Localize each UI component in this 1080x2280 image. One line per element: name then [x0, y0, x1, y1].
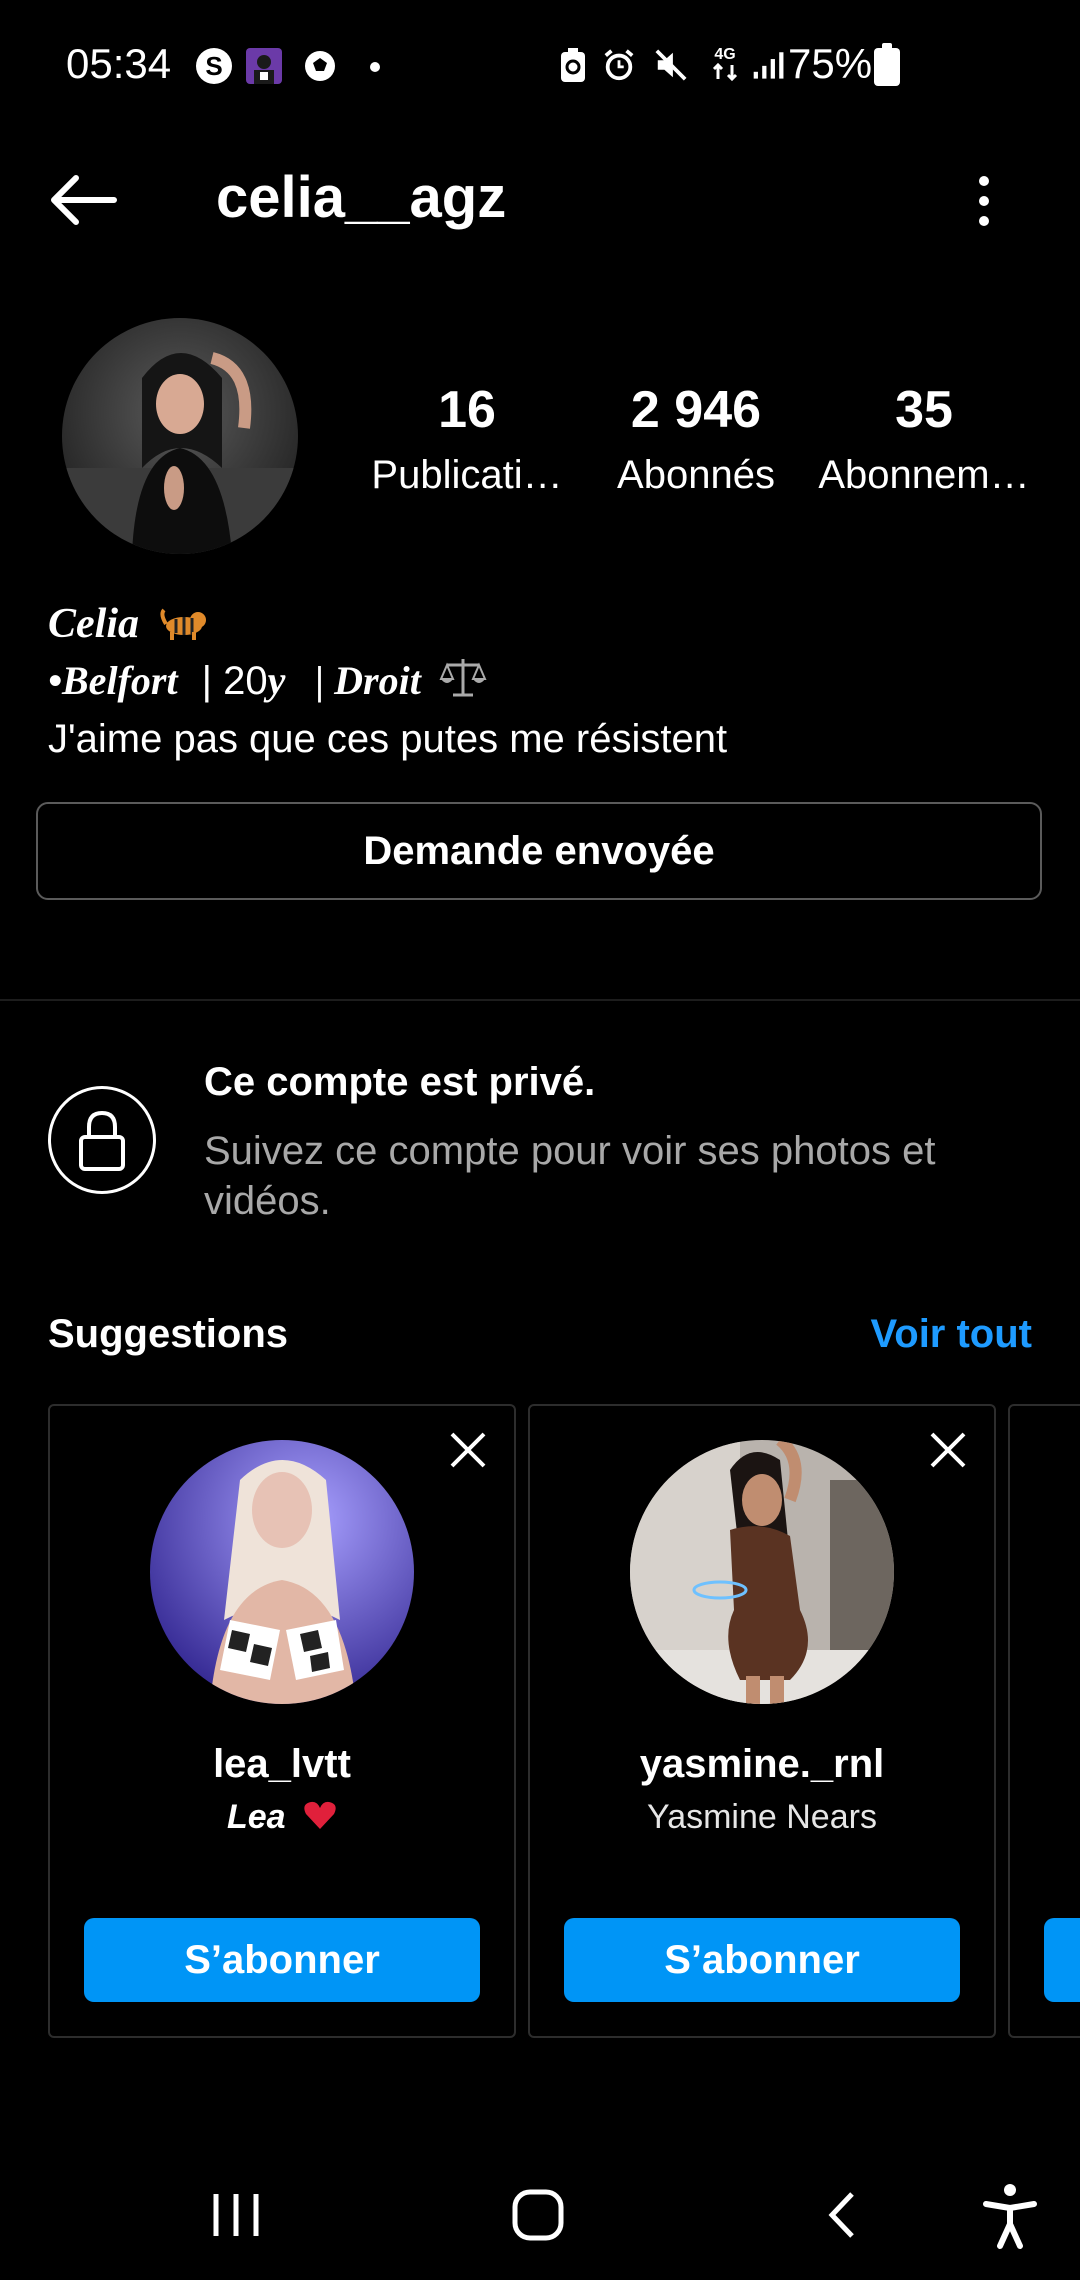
private-description: Suivez ce compte pour voir ses photos et… [204, 1129, 936, 1223]
suggestion-card[interactable]: lea_lvtt Lea S’abonner [48, 1404, 516, 2038]
posts-label: Publicati… [371, 453, 563, 497]
suggestion-card[interactable]: yasmine._rnl Yasmine Nears S’abonner [528, 1404, 996, 2038]
dismiss-button[interactable] [928, 1430, 968, 1470]
suggestion-username[interactable]: yasmine._rnl [530, 1742, 994, 1787]
football-icon [302, 48, 338, 84]
suggestion-fullname: Lea [50, 1798, 514, 1839]
app-avatar-icon [246, 48, 282, 84]
profile-header: celia__agz [0, 150, 1080, 250]
scales-emoji-icon [439, 655, 487, 715]
more-vertical-icon [979, 176, 989, 186]
status-time: 05:34 [66, 40, 172, 87]
battery-percent: 75% [788, 40, 873, 87]
accessibility-button[interactable] [970, 2180, 1050, 2250]
profile-screen: 05:34 S 4G 75% celia__agz 16 Publicati… … [0, 0, 1080, 2280]
suggestion-avatar[interactable] [150, 1440, 414, 1704]
private-title: Ce compte est privé. [204, 1060, 596, 1104]
stat-followers[interactable]: 2 946 Abonnés [600, 378, 792, 502]
following-label: Abonnem… [818, 453, 1030, 497]
recent-apps-button[interactable] [196, 2180, 276, 2250]
bio-text: J'aime pas que ces putes me résistent [48, 717, 728, 761]
signal-icon [752, 48, 786, 82]
followers-count: 2 946 [630, 381, 762, 439]
notification-dot [370, 62, 380, 72]
close-icon [930, 1432, 966, 1468]
home-button[interactable] [498, 2180, 578, 2250]
battery-saver-icon [556, 48, 590, 82]
heart-emoji-icon [303, 1800, 337, 1839]
dismiss-button[interactable] [448, 1430, 488, 1470]
recent-apps-icon [213, 2194, 259, 2236]
stat-posts[interactable]: 16 Publicati… [362, 378, 572, 502]
bio-name: Celia [48, 596, 727, 652]
arrow-left-icon [51, 175, 117, 225]
suggestions-title: Suggestions [48, 1312, 289, 1356]
followers-label: Abonnés [617, 453, 775, 497]
alarm-icon [602, 48, 636, 82]
svg-text:S: S [205, 51, 222, 81]
following-count: 35 [895, 381, 953, 439]
posts-count: 16 [438, 381, 496, 439]
mute-icon [654, 48, 688, 82]
shazam-icon: S [196, 48, 232, 84]
see-all-link[interactable]: Voir tout [871, 1312, 1032, 1357]
divider [0, 999, 1080, 1001]
private-lock-badge [48, 1086, 156, 1194]
back-nav-button[interactable] [802, 2180, 882, 2250]
follow-button[interactable]: S’abonner [564, 1918, 960, 2002]
system-navigation-bar [0, 2150, 1080, 2280]
lock-icon [79, 1110, 125, 1171]
home-icon [512, 2189, 564, 2241]
back-button[interactable] [46, 170, 118, 230]
profile-avatar[interactable] [62, 318, 298, 554]
follow-button[interactable]: S’abonner [84, 1918, 480, 2002]
tiger-emoji-icon [158, 599, 208, 655]
svg-text:4G: 4G [714, 46, 735, 63]
close-icon [450, 1432, 486, 1468]
profile-bio: Celia •Belfort | 20y | Droit J'aime pas … [48, 596, 727, 768]
request-sent-button[interactable]: Demande envoyée [36, 802, 1042, 900]
chevron-left-icon [828, 2192, 854, 2238]
more-options-button[interactable] [966, 166, 1002, 236]
suggestion-card-partial[interactable] [1008, 1404, 1080, 2038]
accessibility-icon [983, 2184, 1037, 2249]
status-bar: 05:34 S 4G 75% [0, 0, 1080, 130]
4g-data-icon: 4G [708, 46, 742, 82]
bio-line-location: •Belfort | 20y | Droit [48, 652, 727, 710]
profile-username-title: celia__agz [216, 165, 507, 230]
suggestion-username[interactable]: lea_lvtt [50, 1742, 514, 1787]
follow-button-partial[interactable] [1044, 1918, 1080, 2002]
battery-icon [874, 43, 900, 86]
stat-following[interactable]: 35 Abonnem… [814, 378, 1034, 502]
suggestion-avatar[interactable] [630, 1440, 894, 1704]
suggestion-fullname: Yasmine Nears [647, 1798, 877, 1836]
